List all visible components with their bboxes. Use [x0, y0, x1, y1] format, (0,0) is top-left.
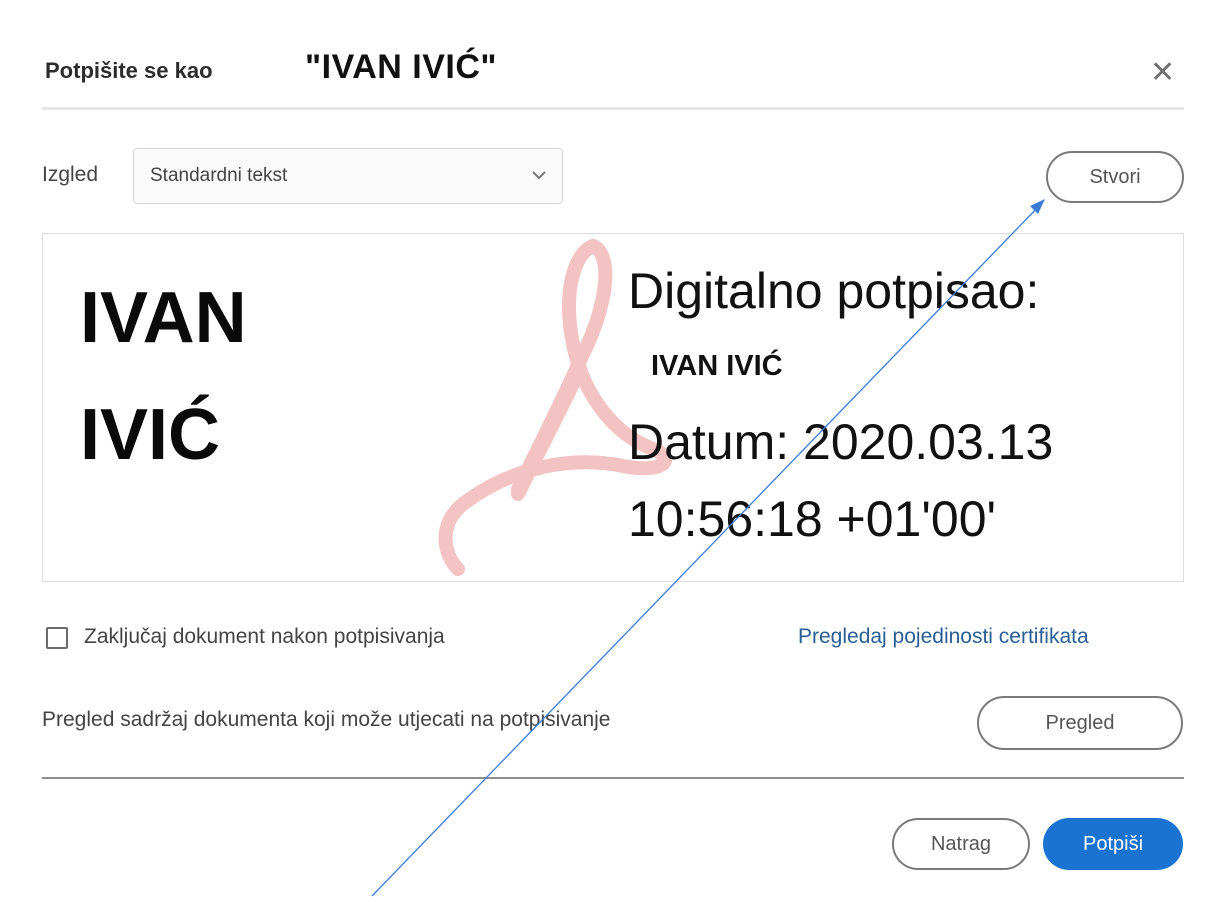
- lock-document-label[interactable]: Zaključaj dokument nakon potpisivanja: [84, 625, 445, 649]
- review-description: Pregled sadržaj dokumenta koji može utje…: [42, 708, 611, 731]
- dialog-title-prefix: Potpišite se kao: [45, 58, 213, 83]
- footer-divider: [42, 777, 1184, 779]
- certificate-details-link[interactable]: Pregledaj pojedinosti certifikata: [798, 625, 1089, 649]
- appearance-select-value: Standardni tekst: [150, 165, 288, 186]
- close-icon[interactable]: ✕: [1150, 58, 1175, 88]
- signer-name: IVAN IVIĆ: [651, 350, 783, 382]
- signature-name-line-1: IVAN: [80, 278, 247, 358]
- dialog-title-name: "IVAN IVIĆ": [305, 48, 498, 86]
- signature-name-line-2: IVIĆ: [80, 395, 221, 475]
- signature-time: 10:56:18 +01'00': [628, 491, 997, 547]
- appearance-label: Izgled: [42, 163, 99, 186]
- sign-button[interactable]: Potpiši: [1043, 818, 1183, 870]
- lock-document-checkbox[interactable]: [46, 627, 68, 649]
- back-button[interactable]: Natrag: [892, 818, 1030, 870]
- header-divider: [42, 107, 1184, 110]
- review-button[interactable]: Pregled: [977, 696, 1183, 750]
- signature-preview: IVAN IVIĆ Digitalno potpisao: IVAN IVIĆ …: [42, 233, 1184, 582]
- signature-date: Datum: 2020.03.13: [628, 414, 1054, 470]
- chevron-down-icon: [532, 171, 546, 180]
- digital-signed-label: Digitalno potpisao:: [628, 263, 1040, 319]
- appearance-select[interactable]: Standardni tekst: [133, 148, 563, 204]
- create-button[interactable]: Stvori: [1046, 151, 1184, 203]
